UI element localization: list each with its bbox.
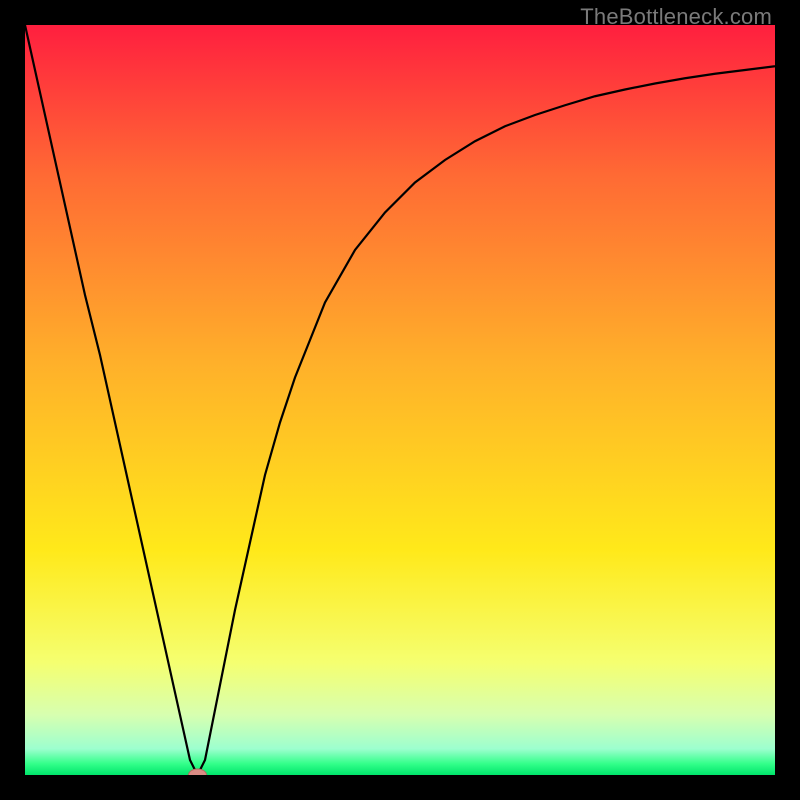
plot-background (25, 25, 775, 775)
bottleneck-chart (25, 25, 775, 775)
